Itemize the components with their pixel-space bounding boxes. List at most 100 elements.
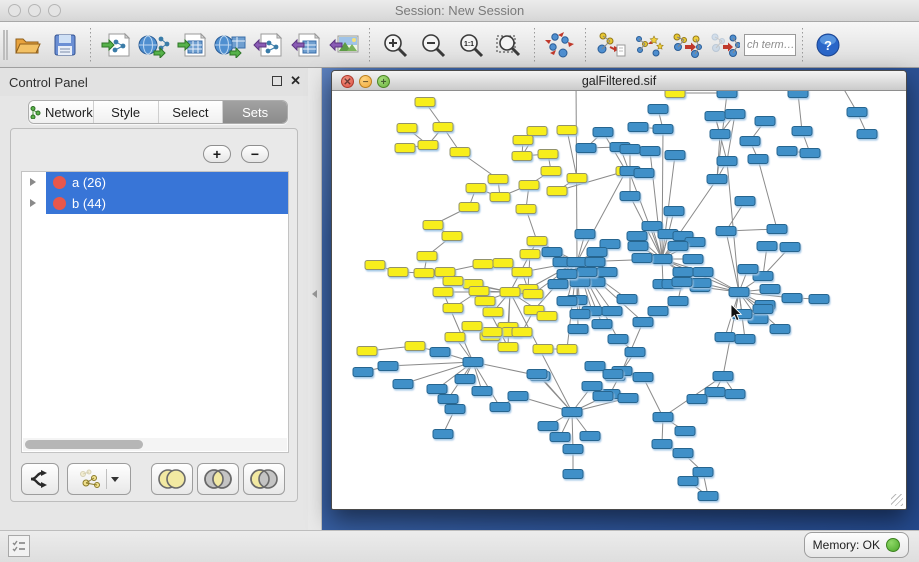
expander-triangle-icon[interactable] [30, 178, 36, 186]
set-union-button[interactable] [151, 463, 193, 495]
graph-node[interactable] [563, 470, 583, 479]
graph-node[interactable] [512, 328, 532, 337]
graph-node[interactable] [748, 155, 768, 164]
graph-node[interactable] [568, 325, 588, 334]
graph-node[interactable] [438, 395, 458, 404]
graph-node[interactable] [857, 130, 877, 139]
graph-node[interactable] [585, 362, 605, 371]
graph-node[interactable] [640, 147, 660, 156]
help-button[interactable]: ? [809, 26, 847, 64]
graph-node[interactable] [397, 124, 417, 133]
graph-node[interactable] [527, 237, 547, 246]
export-table-button[interactable] [287, 26, 325, 64]
graph-node[interactable] [430, 348, 450, 357]
graph-node[interactable] [500, 288, 520, 297]
graph-node[interactable] [707, 175, 727, 184]
set-intersection-button[interactable] [197, 463, 239, 495]
graph-node[interactable] [648, 307, 668, 316]
zoom-fit-selected-button[interactable] [490, 26, 528, 64]
export-network-button[interactable] [249, 26, 287, 64]
graph-node[interactable] [653, 125, 673, 134]
graph-node[interactable] [557, 297, 577, 306]
graph-node[interactable] [729, 288, 749, 297]
graph-node[interactable] [418, 141, 438, 150]
graph-node[interactable] [393, 380, 413, 389]
graph-node[interactable] [665, 91, 685, 98]
graph-node[interactable] [632, 254, 652, 263]
graph-node[interactable] [498, 343, 518, 352]
graph-node[interactable] [633, 318, 653, 327]
graph-node[interactable] [414, 269, 434, 278]
graph-node[interactable] [800, 149, 820, 158]
graph-node[interactable] [557, 126, 577, 135]
graph-node[interactable] [459, 203, 479, 212]
graph-node[interactable] [782, 294, 802, 303]
graph-node[interactable] [512, 268, 532, 277]
graph-node[interactable] [576, 144, 596, 153]
graph-node[interactable] [705, 388, 725, 397]
graph-node[interactable] [770, 325, 790, 334]
graph-node[interactable] [547, 187, 567, 196]
graph-node[interactable] [527, 370, 547, 379]
tab-sets[interactable]: Sets [223, 101, 287, 123]
chevron-down-icon[interactable] [111, 477, 119, 482]
save-session-button[interactable] [46, 26, 84, 64]
graph-node[interactable] [433, 123, 453, 132]
horizontal-scrollbar[interactable] [23, 438, 287, 451]
task-history-button[interactable] [8, 535, 30, 557]
network-canvas[interactable] [333, 91, 905, 508]
graph-node[interactable] [753, 305, 773, 314]
graph-node[interactable] [443, 277, 463, 286]
tab-style[interactable]: Style [94, 101, 159, 123]
graph-node[interactable] [693, 468, 713, 477]
graph-node[interactable] [625, 348, 645, 357]
scrollbar-thumb[interactable] [25, 440, 143, 449]
graph-node[interactable] [519, 181, 539, 190]
apply-layout-button[interactable] [541, 26, 579, 64]
graph-node[interactable] [788, 91, 808, 98]
graph-node[interactable] [537, 312, 557, 321]
graph-node[interactable] [365, 261, 385, 270]
graph-node[interactable] [634, 169, 654, 178]
graph-node[interactable] [435, 268, 455, 277]
graph-node[interactable] [691, 279, 711, 288]
graph-node[interactable] [455, 375, 475, 384]
graph-node[interactable] [567, 258, 587, 267]
graph-node[interactable] [710, 130, 730, 139]
graph-node[interactable] [538, 150, 558, 159]
graph-node[interactable] [405, 342, 425, 351]
graph-node[interactable] [675, 427, 695, 436]
graph-node[interactable] [792, 127, 812, 136]
graph-node[interactable] [427, 385, 447, 394]
tab-select[interactable]: Select [159, 101, 224, 123]
graph-node[interactable] [725, 390, 745, 399]
graph-node[interactable] [523, 290, 543, 299]
graph-node[interactable] [462, 322, 482, 331]
graph-node[interactable] [415, 98, 435, 107]
graph-node[interactable] [582, 382, 602, 391]
panel-splitter[interactable] [308, 68, 322, 530]
graph-node[interactable] [423, 221, 443, 230]
graph-node[interactable] [652, 440, 672, 449]
graph-node[interactable] [633, 373, 653, 382]
graph-node[interactable] [628, 123, 648, 132]
graph-node[interactable] [668, 242, 688, 251]
graph-node[interactable] [353, 368, 373, 377]
open-session-button[interactable] [8, 26, 46, 64]
network-window-titlebar[interactable]: ✕ − + galFiltered.sif [332, 71, 906, 91]
collapse-panel-icon[interactable] [312, 290, 317, 298]
zoom-actual-size-button[interactable]: 1:1 [452, 26, 490, 64]
create-set-from-selection-button[interactable] [21, 463, 59, 495]
graph-node[interactable] [395, 144, 415, 153]
graph-node[interactable] [777, 147, 797, 156]
graph-node[interactable] [683, 255, 703, 264]
graph-node[interactable] [608, 335, 628, 344]
graph-node[interactable] [597, 268, 617, 277]
graph-node[interactable] [563, 445, 583, 454]
graph-node[interactable] [513, 136, 533, 145]
export-image-button[interactable] [325, 26, 363, 64]
graph-node[interactable] [512, 152, 532, 161]
graph-node[interactable] [575, 230, 595, 239]
add-set-button[interactable]: + [203, 145, 231, 163]
expander-triangle-icon[interactable] [30, 199, 36, 207]
